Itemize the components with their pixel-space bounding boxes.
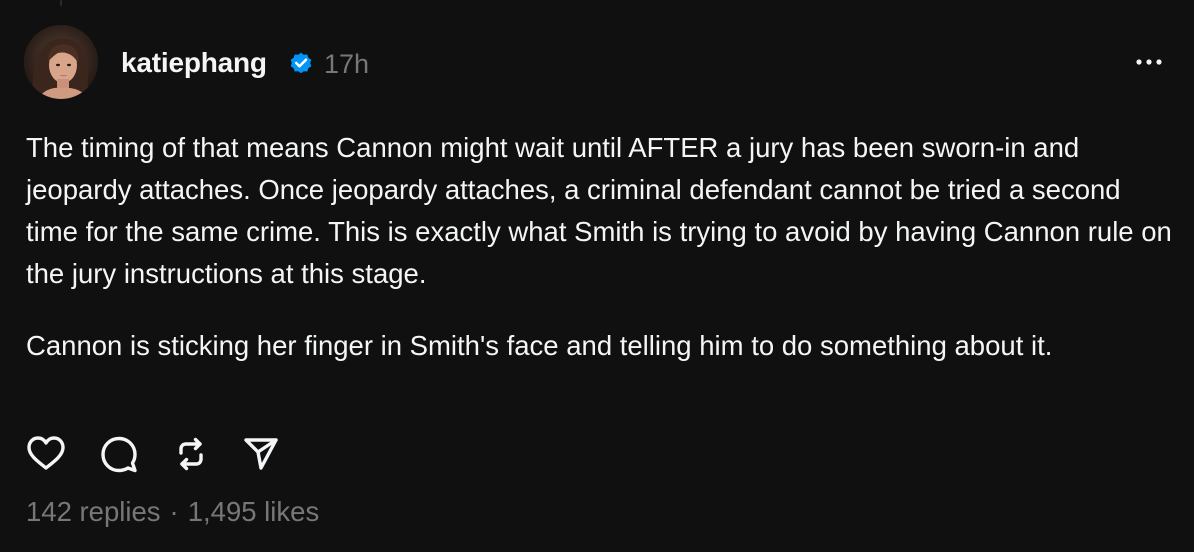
repost-icon[interactable]: [169, 432, 213, 476]
stats-separator: ·: [169, 496, 179, 527]
verified-badge-icon: [290, 52, 312, 74]
post-timestamp[interactable]: 17h: [324, 49, 369, 80]
post-header: katiephang 17h: [24, 25, 1170, 99]
author-username[interactable]: katiephang: [121, 47, 267, 79]
post-actions: [24, 432, 324, 476]
more-options-icon[interactable]: [1134, 55, 1164, 69]
send-icon[interactable]: [239, 432, 283, 476]
heart-icon[interactable]: [24, 432, 68, 476]
post-body: The timing of that means Cannon might wa…: [26, 127, 1176, 367]
post-paragraph: Cannon is sticking her finger in Smith's…: [26, 330, 1053, 361]
likes-count[interactable]: 1,495 likes: [188, 496, 319, 527]
replies-count[interactable]: 142 replies: [26, 496, 161, 527]
post-stats: 142 replies · 1,495 likes: [26, 496, 319, 528]
comment-icon[interactable]: [97, 432, 141, 476]
avatar-image: [24, 25, 98, 99]
thread-connector-line: [60, 0, 62, 6]
post-paragraph: The timing of that means Cannon might wa…: [26, 132, 1172, 289]
avatar[interactable]: [24, 25, 98, 99]
